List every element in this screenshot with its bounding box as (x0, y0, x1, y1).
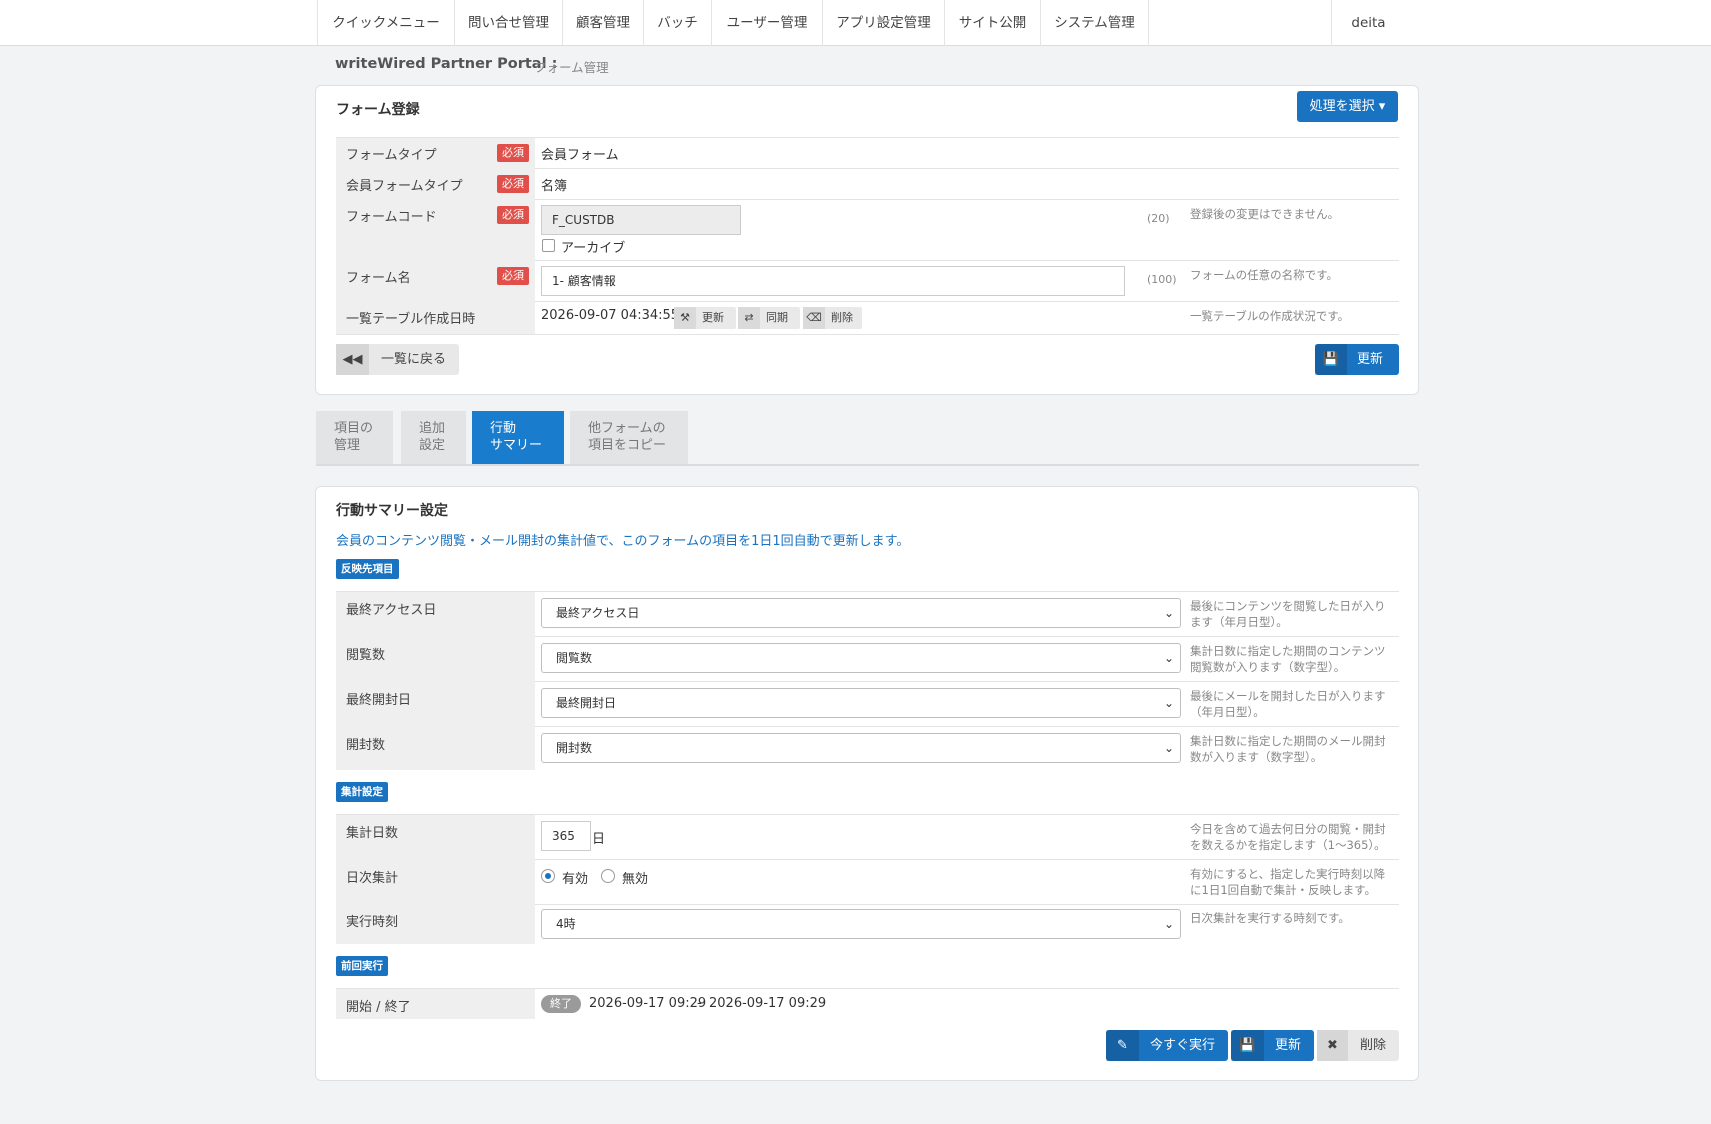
target-row-help: 最後にコンテンツを閲覧した日が入り ます（年月日型）。 (1190, 599, 1386, 629)
required-badge: 必須 (497, 175, 529, 193)
nav-inquiry[interactable]: 問い合せ管理 (454, 0, 562, 46)
summary-update-button[interactable]: 💾 更新 (1231, 1030, 1314, 1061)
chevron-down-icon: ⌄ (1163, 696, 1174, 710)
top-navbar: クイックメニュー 問い合せ管理 顧客管理 バッチ ユーザー管理 アプリ設定管理 … (0, 0, 1711, 46)
member-form-type-label: 会員フォームタイプ (346, 179, 463, 194)
nav-system[interactable]: システム管理 (1040, 0, 1149, 46)
agg-days-unit: 日 (592, 832, 606, 847)
target-row-help: 集計日数に指定した期間のコンテンツ 閲覧数が入ります（数字型）。 (1190, 644, 1386, 674)
target-row-help: 最後にメールを開封した日が入ります （年月日型）。 (1190, 689, 1386, 719)
run-time-label: 実行時刻 (346, 915, 399, 930)
table-update-button[interactable]: ⚒ 更新 (674, 307, 736, 329)
last-run-end: 2026-09-17 09:29 (709, 996, 827, 1011)
last-run-start: 2026-09-17 09:29 (589, 996, 707, 1011)
form-name-help: フォームの任意の名称です。 (1190, 268, 1339, 282)
run-now-button[interactable]: ✎ 今すぐ実行 (1106, 1030, 1228, 1061)
required-badge: 必須 (497, 267, 529, 285)
member-form-type-value: 名簿 (541, 179, 568, 194)
form-type-value: 会員フォーム (541, 148, 619, 163)
form-update-button[interactable]: 💾 更新 (1315, 344, 1399, 375)
form-code-input[interactable]: F_CUSTDB (541, 205, 741, 235)
summary-title: 行動サマリー設定 (336, 503, 448, 519)
agg-days-input[interactable]: 365 (541, 821, 591, 851)
required-badge: 必須 (497, 144, 529, 162)
table-created-label: 一覧テーブル作成日時 (346, 312, 476, 327)
form-type-label: フォームタイプ (346, 148, 437, 163)
target-row-label: 閲覧数 (346, 648, 386, 663)
chevron-down-icon: ⌄ (1163, 606, 1174, 620)
action-select-button[interactable]: 処理を選択 ▾ (1297, 91, 1398, 122)
daily-on-radio[interactable] (541, 869, 555, 883)
breadcrumb-page[interactable]: フォーム管理 (534, 57, 609, 76)
nav-batch[interactable]: バッチ (643, 0, 711, 46)
chevron-down-icon: ⌄ (1163, 741, 1174, 755)
last-access-select[interactable]: 最終アクセス日 ⌄ (541, 598, 1181, 628)
summary-delete-button[interactable]: ✖ 削除 (1317, 1030, 1399, 1061)
daily-off-radio[interactable] (601, 869, 615, 883)
form-code-count: (20) (1147, 212, 1170, 225)
nav-user-menu[interactable]: deita (1331, 0, 1405, 46)
form-code-help: 登録後の変更はできません。 (1190, 207, 1340, 221)
section-target-badge: 反映先項目 (336, 559, 399, 579)
double-left-icon: ◀◀ (336, 344, 369, 375)
archive-label: アーカイブ (561, 241, 626, 256)
tab-copy-items[interactable]: 他フォームの 項目をコピー (570, 411, 688, 465)
last-open-select[interactable]: 最終開封日 ⌄ (541, 688, 1181, 718)
save-icon: 💾 (1315, 344, 1347, 375)
form-code-label: フォームコード (346, 210, 437, 225)
nav-app-settings[interactable]: アプリ設定管理 (822, 0, 944, 46)
last-run-label: 開始 / 終了 (346, 1000, 411, 1015)
wrench-icon: ⚒ (674, 307, 696, 329)
chevron-down-icon: ⌄ (1163, 651, 1174, 665)
close-icon: ✖ (1317, 1030, 1348, 1061)
nav-customer[interactable]: 顧客管理 (562, 0, 643, 46)
table-created-value: 2026-09-07 04:34:55 (541, 308, 680, 323)
summary-description: 会員のコンテンツ閲覧・メール開封の集計値で、このフォームの項目を1日1回自動で更… (336, 534, 910, 549)
table-created-help: 一覧テーブルの作成状況です。 (1190, 309, 1350, 323)
chevron-down-icon: ⌄ (1163, 917, 1174, 931)
shuffle-icon: ⇄ (738, 307, 760, 329)
last-run-separator: - (697, 996, 702, 1011)
target-row-label: 最終開封日 (346, 693, 412, 708)
section-agg-badge: 集計設定 (336, 782, 388, 802)
table-sync-button[interactable]: ⇄ 同期 (738, 307, 800, 329)
tab-item-management[interactable]: 項目の 管理 (316, 411, 393, 465)
trash-icon: ⌫ (803, 307, 825, 329)
nav-quick-menu[interactable]: クイックメニュー (317, 0, 454, 46)
pencil-icon: ✎ (1106, 1030, 1139, 1061)
nav-site-publish[interactable]: サイト公開 (944, 0, 1040, 46)
daily-off-label: 無効 (622, 872, 649, 887)
daily-on-label: 有効 (562, 872, 589, 887)
tab-behavior-summary[interactable]: 行動 サマリー (472, 411, 564, 465)
tab-underline (316, 464, 1419, 466)
view-count-select[interactable]: 閲覧数 ⌄ (541, 643, 1181, 673)
target-row-help: 集計日数に指定した期間のメール開封 数が入ります（数字型）。 (1190, 734, 1386, 764)
section-last-run-badge: 前回実行 (336, 956, 388, 976)
nav-user[interactable]: ユーザー管理 (711, 0, 822, 46)
required-badge: 必須 (497, 206, 529, 224)
back-to-list-button[interactable]: ◀◀ 一覧に戻る (336, 344, 459, 375)
status-badge: 終了 (541, 995, 581, 1013)
tab-additional-settings[interactable]: 追加 設定 (401, 411, 466, 465)
daily-agg-label: 日次集計 (346, 871, 399, 886)
agg-days-help: 今日を含めて過去何日分の閲覧・開封 を数えるかを指定します（1〜365）。 (1190, 822, 1386, 852)
target-row-label: 開封数 (346, 738, 386, 753)
agg-days-label: 集計日数 (346, 826, 399, 841)
form-name-input[interactable]: 1- 顧客情報 (541, 266, 1125, 296)
save-icon: 💾 (1231, 1030, 1264, 1061)
open-count-select[interactable]: 開封数 ⌄ (541, 733, 1181, 763)
run-time-help: 日次集計を実行する時刻です。 (1190, 911, 1350, 925)
form-name-label: フォーム名 (346, 271, 411, 286)
form-register-title: フォーム登録 (336, 102, 420, 118)
archive-checkbox[interactable] (542, 239, 555, 252)
brand-title: writeWired Partner Portal : (335, 56, 558, 72)
form-name-count: (100) (1147, 273, 1177, 286)
table-delete-button[interactable]: ⌫ 削除 (803, 307, 862, 329)
run-time-select[interactable]: 4時 ⌄ (541, 909, 1181, 939)
target-row-label: 最終アクセス日 (346, 603, 437, 618)
daily-agg-help: 有効にすると、指定した実行時刻以降 に1日1回自動で集計・反映します。 (1190, 867, 1386, 897)
